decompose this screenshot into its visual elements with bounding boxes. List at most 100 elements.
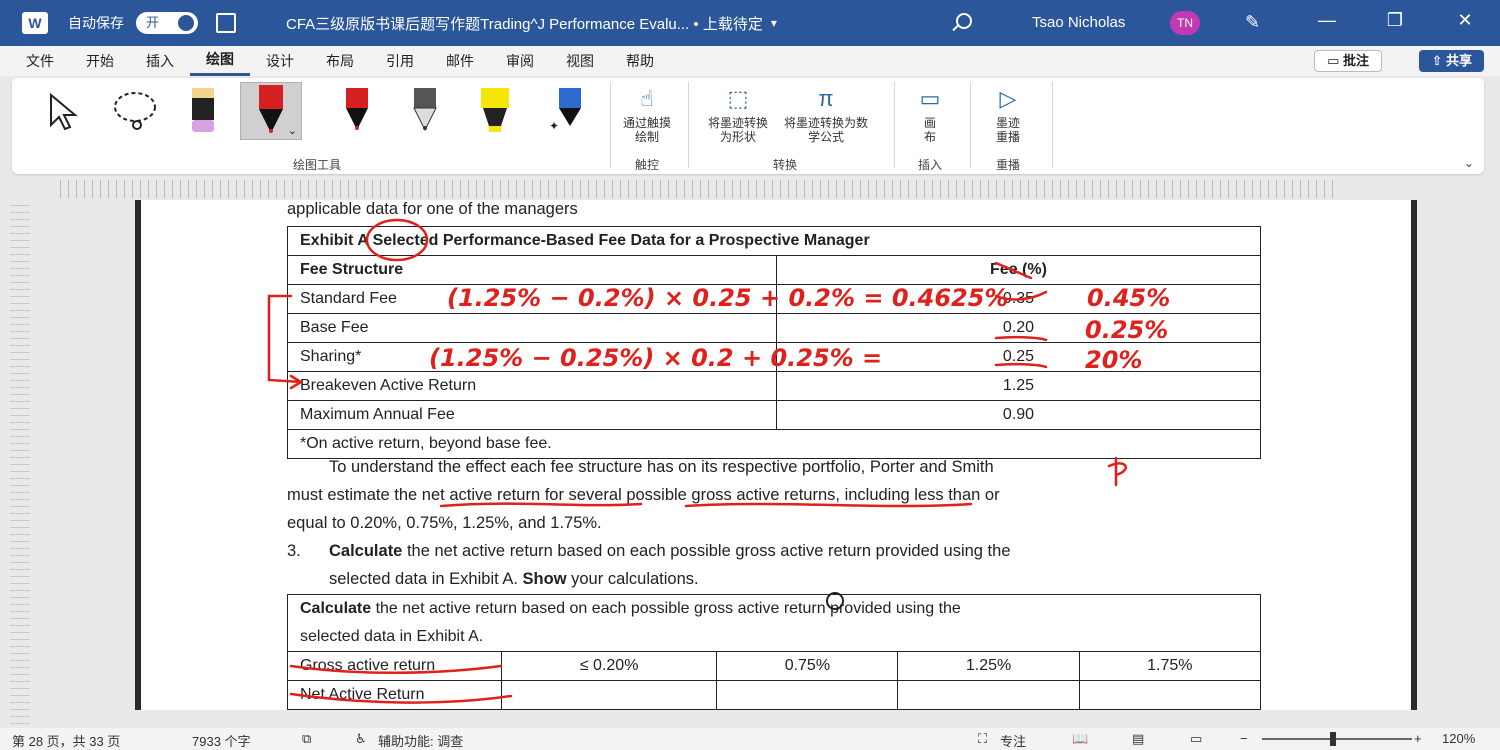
- paragraph-line: To understand the effect each fee struct…: [329, 458, 994, 476]
- gross-value[interactable]: 1.25%: [897, 651, 1080, 681]
- web-layout-icon[interactable]: ▭: [1190, 731, 1202, 747]
- zoom-out-icon[interactable]: −: [1240, 731, 1248, 746]
- question-verb: Show: [522, 570, 567, 588]
- col-header-structure: Fee Structure: [287, 255, 777, 285]
- ink-to-math-button[interactable]: π 将墨迹转换为数学公式: [780, 82, 872, 144]
- user-name[interactable]: Tsao Nicholas: [1032, 14, 1125, 31]
- tab-references[interactable]: 引用: [370, 46, 430, 76]
- tab-insert[interactable]: 插入: [130, 46, 190, 76]
- ribbon-divider: [970, 82, 971, 168]
- horizontal-ruler[interactable]: [60, 180, 1340, 198]
- select-tool[interactable]: [32, 82, 94, 140]
- net-value-cell[interactable]: [500, 680, 718, 710]
- ink-to-shape-button[interactable]: ⬚ 将墨迹转换为形状: [698, 82, 778, 144]
- tab-layout[interactable]: 布局: [310, 46, 370, 76]
- page-info[interactable]: 第 28 页，共 33 页: [12, 731, 120, 750]
- table-footnote: *On active return, beyond base fee.: [287, 429, 1261, 459]
- tab-review[interactable]: 审阅: [490, 46, 550, 76]
- red-pen-tool[interactable]: ⌄: [240, 82, 302, 140]
- share-button[interactable]: ⇧ 共享: [1419, 50, 1484, 72]
- lasso-icon: [114, 92, 156, 130]
- autosave-state: 开: [146, 15, 160, 30]
- close-icon[interactable]: ✕: [1450, 10, 1480, 31]
- canvas-button[interactable]: ▭ 画布: [902, 82, 958, 144]
- question-verb: Calculate: [329, 542, 403, 560]
- question-line: selected data in Exhibit A. Show your ca…: [329, 570, 699, 589]
- red-pen-icon: [346, 88, 368, 130]
- word-icon: W: [22, 12, 48, 34]
- menu-bar: 文件 开始 插入 绘图 设计 布局 引用 邮件 审阅 视图 帮助 ▭ 批注 ⇧ …: [0, 46, 1500, 76]
- avatar[interactable]: TN: [1170, 11, 1200, 35]
- gray-pencil-tool[interactable]: [394, 82, 456, 140]
- tab-file[interactable]: 文件: [0, 46, 70, 76]
- zoom-slider[interactable]: [1262, 738, 1412, 740]
- tab-mailings[interactable]: 邮件: [430, 46, 490, 76]
- proofing-icon[interactable]: ⧉: [302, 731, 311, 747]
- row-label: Breakeven Active Return: [287, 371, 777, 401]
- read-mode-icon[interactable]: 📖: [1072, 731, 1088, 747]
- autosave-toggle[interactable]: 开: [136, 12, 198, 34]
- tab-view[interactable]: 视图: [550, 46, 610, 76]
- table-row: Base Fee 0.20: [287, 313, 1261, 343]
- collapse-ribbon-icon[interactable]: ⌄: [1464, 156, 1474, 170]
- lasso-tool[interactable]: [104, 82, 166, 140]
- zoom-level[interactable]: 120%: [1442, 731, 1475, 746]
- chevron-down-icon[interactable]: ▾: [771, 16, 777, 30]
- row-fee: 0.90: [776, 400, 1261, 430]
- accessibility-status[interactable]: 辅助功能: 调查: [378, 731, 463, 750]
- ink-mark: [1107, 456, 1127, 487]
- tab-home[interactable]: 开始: [70, 46, 130, 76]
- prompt-text: selected data in Exhibit A.: [300, 628, 484, 645]
- accessibility-icon: ♿: [355, 731, 367, 746]
- zoom-in-icon[interactable]: +: [1414, 731, 1422, 746]
- chevron-down-icon[interactable]: ⌄: [288, 124, 297, 137]
- ink-to-math-icon: π: [818, 86, 834, 111]
- document-page[interactable]: applicable data for one of the managers …: [135, 200, 1417, 710]
- focus-mode[interactable]: 专注: [1000, 731, 1026, 750]
- word-count[interactable]: 7933 个字: [192, 731, 251, 750]
- action-pen-tool[interactable]: ✦: [536, 82, 598, 140]
- question-number: 3.: [287, 542, 301, 560]
- save-icon[interactable]: [216, 13, 236, 33]
- replay-icon: ▷: [999, 86, 1017, 111]
- red-pen-2-tool[interactable]: [326, 82, 388, 140]
- tab-help[interactable]: 帮助: [610, 46, 670, 76]
- gross-value[interactable]: ≤ 0.20%: [500, 651, 718, 681]
- intro-line: applicable data for one of the managers: [287, 200, 578, 218]
- gross-value[interactable]: 0.75%: [716, 651, 899, 681]
- prompt-verb: Calculate: [300, 600, 372, 617]
- question-text: your calculations.: [566, 570, 699, 588]
- pen-icon[interactable]: ✎: [1245, 12, 1260, 33]
- net-value-cell[interactable]: [897, 680, 1080, 710]
- restore-icon[interactable]: ❐: [1380, 10, 1410, 31]
- eraser-tool[interactable]: [172, 82, 234, 140]
- search-icon[interactable]: [956, 13, 972, 29]
- answer-prompt: Calculate the net active return based on…: [287, 594, 1261, 652]
- zoom-slider-thumb[interactable]: [1330, 732, 1336, 746]
- canvas-label: 画布: [923, 116, 936, 144]
- vertical-ruler[interactable]: [10, 205, 30, 725]
- net-value-cell[interactable]: [716, 680, 899, 710]
- tab-draw[interactable]: 绘图: [190, 46, 250, 76]
- highlighter-tool[interactable]: [464, 82, 526, 140]
- row-fee: 0.20: [776, 313, 1261, 343]
- ink-replay-button[interactable]: ▷ 墨迹重播: [980, 82, 1036, 144]
- cursor-icon: [50, 92, 78, 131]
- document-title[interactable]: CFA三级原版书课后题写作题Trading^J Performance Eval…: [286, 13, 763, 34]
- net-label: Net Active Return: [287, 680, 502, 710]
- prompt-text: the net active return based on each poss…: [371, 600, 961, 617]
- print-layout-icon[interactable]: ▤: [1132, 731, 1144, 747]
- minimize-icon[interactable]: —: [1312, 10, 1342, 31]
- net-value-cell[interactable]: [1078, 680, 1262, 710]
- ribbon-divider: [1052, 82, 1053, 168]
- table-row: Net Active Return: [287, 680, 1262, 710]
- comment-label: 批注: [1342, 53, 1369, 68]
- tab-design[interactable]: 设计: [250, 46, 310, 76]
- comment-button[interactable]: ▭ 批注: [1314, 50, 1382, 72]
- touch-draw-button[interactable]: ☝ 通过触摸绘制: [616, 82, 678, 144]
- row-label: Maximum Annual Fee: [287, 400, 777, 430]
- exhibit-title: Exhibit A Selected Performance-Based Fee…: [287, 226, 1261, 256]
- gross-value[interactable]: 1.75%: [1078, 651, 1262, 681]
- ribbon-divider: [610, 82, 611, 168]
- question-line: Calculate the net active return based on…: [329, 542, 1011, 561]
